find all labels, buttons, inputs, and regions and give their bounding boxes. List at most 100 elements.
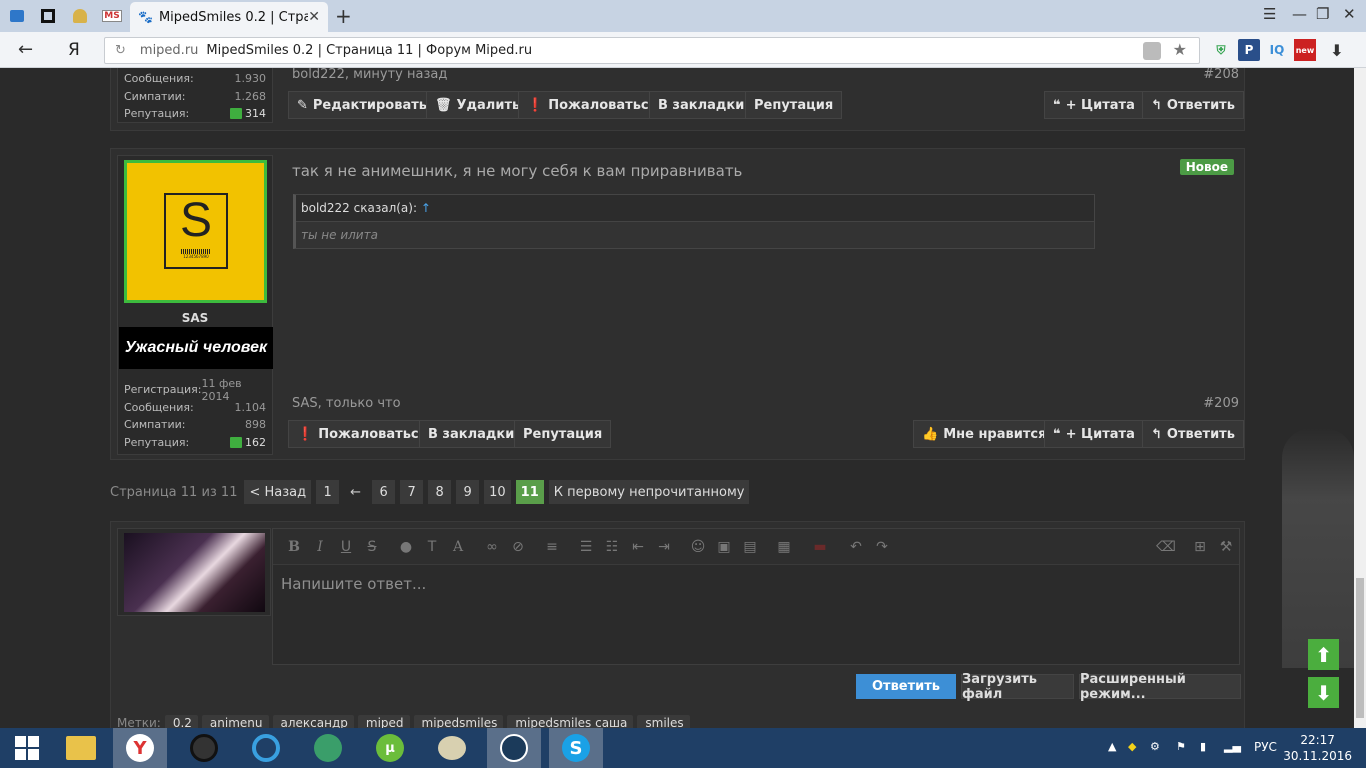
close-tab-icon[interactable]: ✕ (308, 9, 320, 25)
wrench-icon[interactable]: ⚒ (1213, 539, 1239, 555)
taskbar-utorrent[interactable]: µ (363, 728, 417, 768)
link-icon[interactable]: ∞ (479, 539, 505, 555)
page-link[interactable]: 6 (372, 480, 396, 504)
back-arrow-icon[interactable]: ← (18, 39, 33, 60)
taskbar-app-5[interactable] (301, 728, 355, 768)
tag-item[interactable]: smiles (637, 715, 690, 728)
tag-item[interactable]: miped (357, 715, 410, 728)
delete-button[interactable]: 🗑 Удалить (426, 91, 530, 119)
taskbar-yandex-browser[interactable]: Y (113, 728, 167, 768)
tag-item[interactable]: 0.2 (164, 715, 198, 728)
strike-icon[interactable]: S (359, 539, 385, 555)
page-current[interactable]: 11 (515, 480, 544, 504)
eraser-icon[interactable]: ⌫ (1153, 539, 1179, 555)
tray-network-icon[interactable]: ▂▄ (1224, 740, 1241, 753)
tray-expand-icon[interactable]: ▲ (1108, 740, 1116, 753)
first-unread-button[interactable]: К первому непрочитанному (548, 480, 750, 504)
tab-active[interactable]: 🐾 MipedSmiles 0.2 | Страни ✕ (130, 2, 328, 32)
like-button[interactable]: 👍 Мне нравится (913, 420, 1056, 448)
tray-flag-icon[interactable]: ⚑ (1176, 740, 1186, 753)
post-author-time[interactable]: SAS, только что (292, 396, 401, 411)
protect-icon[interactable] (1143, 42, 1161, 60)
reload-icon[interactable]: ↻ (115, 43, 126, 58)
reply-input[interactable]: Напишите ответ... (273, 565, 1239, 603)
post-number[interactable]: #209 (1203, 396, 1239, 411)
tray-steam-icon[interactable]: ⚙ (1150, 740, 1160, 753)
tag-item[interactable]: animenu (201, 715, 269, 728)
quote-jump-icon[interactable]: ↑ (421, 201, 431, 215)
unlink-icon[interactable]: ⊘ (505, 539, 531, 555)
page-link[interactable]: 7 (400, 480, 424, 504)
taskbar-app-4[interactable] (239, 728, 293, 768)
page-link[interactable]: 1 (316, 480, 340, 504)
username[interactable]: SAS (118, 311, 272, 325)
taskbar-steam[interactable] (487, 728, 541, 768)
address-bar[interactable]: ↻ miped.ru MipedSmiles 0.2 | Страница 11… (104, 37, 1200, 64)
report-button[interactable]: ❗ Пожаловаться (288, 420, 436, 448)
page-skip-arrow[interactable]: ← (344, 480, 367, 504)
tag-item[interactable]: mipedsmiles (413, 715, 504, 728)
tray-battery-icon[interactable]: ▮ (1200, 740, 1206, 753)
indent-icon[interactable]: ⇥ (651, 539, 677, 555)
pinned-tab-3[interactable] (65, 3, 95, 29)
image-icon[interactable]: ▣ (711, 539, 737, 555)
align-icon[interactable]: ≡ (539, 539, 565, 555)
tray-warning-icon[interactable]: ◆ (1128, 740, 1136, 753)
scroll-up-button[interactable]: ⬆ (1308, 639, 1339, 670)
font-icon[interactable]: A (445, 539, 471, 555)
new-tab-button[interactable]: + (335, 4, 352, 28)
upload-file-button[interactable]: Загрузить файл (961, 672, 1074, 702)
undo-icon[interactable]: ↶ (843, 539, 869, 555)
download-icon[interactable]: ⬇ (1326, 39, 1348, 61)
spoiler-icon[interactable]: ▬ (807, 539, 833, 555)
iq-extension-icon[interactable]: IQ (1266, 39, 1288, 61)
table-icon[interactable]: ⊞ (1187, 539, 1213, 555)
outdent-icon[interactable]: ⇤ (625, 539, 651, 555)
submit-reply-button[interactable]: Ответить (856, 674, 956, 699)
post-author-time[interactable]: bold222, минуту назад (292, 68, 447, 82)
advanced-mode-button[interactable]: Расширенный режим... (1079, 672, 1241, 702)
taskbar-explorer[interactable] (54, 728, 108, 768)
bookmark-button[interactable]: В закладки (419, 420, 524, 448)
taskbar-app-3[interactable] (177, 728, 231, 768)
bullet-list-icon[interactable]: ☰ (573, 539, 599, 555)
reply-button[interactable]: ↰ Ответить (1142, 420, 1244, 448)
start-button[interactable] (0, 728, 54, 768)
redo-icon[interactable]: ↷ (869, 539, 895, 555)
bookmark-button[interactable]: В закладки (649, 91, 754, 119)
prev-page-button[interactable]: < Назад (244, 480, 312, 504)
edit-button[interactable]: ✎ Редактировать (288, 91, 436, 119)
underline-icon[interactable]: U (333, 539, 359, 555)
scrollbar-thumb[interactable] (1356, 578, 1364, 718)
page-link[interactable]: 8 (428, 480, 452, 504)
report-button[interactable]: ❗ Пожаловаться (518, 91, 666, 119)
close-window-icon[interactable]: ✕ (1343, 5, 1356, 23)
page-link[interactable]: 9 (456, 480, 480, 504)
tray-clock[interactable]: 22:17 30.11.2016 (1283, 732, 1352, 764)
reputation-button[interactable]: Репутация (514, 420, 612, 448)
tag-item[interactable]: mipedsmiles саша (507, 715, 634, 728)
post-number[interactable]: #208 (1203, 68, 1239, 82)
news-extension-icon[interactable]: new (1294, 39, 1316, 61)
star-icon[interactable]: ★ (1173, 40, 1187, 59)
italic-icon[interactable]: I (307, 539, 333, 555)
font-size-icon[interactable]: T (419, 539, 445, 555)
color-icon[interactable]: ● (393, 539, 419, 555)
page-link[interactable]: 10 (484, 480, 511, 504)
tag-item[interactable]: александр (272, 715, 354, 728)
minimize-icon[interactable]: — (1292, 5, 1307, 23)
pinned-tab-4[interactable]: MS (97, 3, 127, 29)
page-scrollbar[interactable] (1354, 68, 1366, 728)
quote-author[interactable]: bold222 сказал(а): (301, 201, 417, 215)
pinned-tab-1[interactable] (2, 3, 32, 29)
restore-icon[interactable]: ❐ (1316, 5, 1329, 23)
taskbar-paint[interactable] (425, 728, 479, 768)
smiley-icon[interactable]: ☺ (685, 539, 711, 555)
menu-icon[interactable]: ☰ (1263, 5, 1276, 23)
avatar[interactable]: S 1234567890 (124, 160, 267, 303)
reply-button[interactable]: ↰ Ответить (1142, 91, 1244, 119)
quote-button[interactable]: ❝ + Цитата (1044, 91, 1144, 119)
pinned-tab-2[interactable] (33, 3, 63, 29)
tray-language[interactable]: РУС (1254, 740, 1277, 754)
taskbar-skype[interactable]: S (549, 728, 603, 768)
